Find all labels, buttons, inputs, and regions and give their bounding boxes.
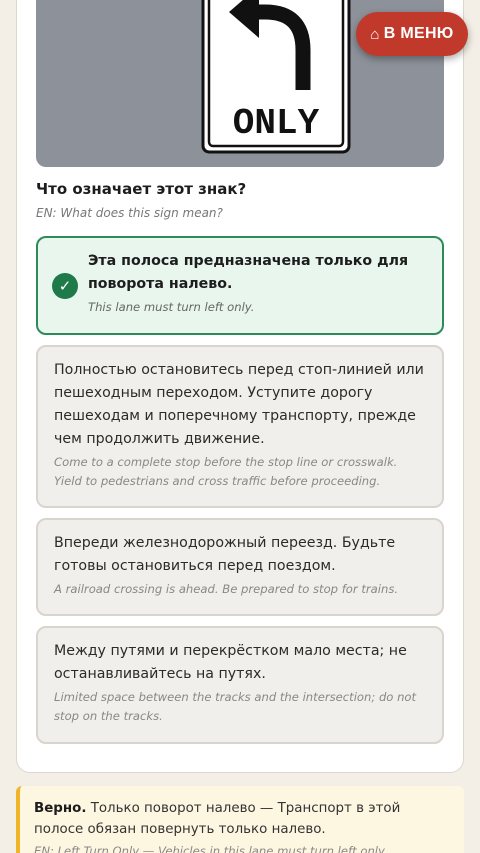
left-turn-only-sign-icon: ONLY bbox=[201, 0, 351, 154]
answer-option-4[interactable]: Между путями и перекрёстком мало места; … bbox=[36, 626, 444, 744]
answer-option-text-en: A railroad crossing is ahead. Be prepare… bbox=[54, 582, 399, 596]
feedback-panel: Верно. Только поворот налево — Транспорт… bbox=[16, 786, 464, 853]
feedback-explanation: Только поворот налево — Транспорт в этой… bbox=[34, 801, 401, 837]
answer-option-3[interactable]: Впереди железнодорожный переезд. Будьте … bbox=[36, 518, 444, 616]
feedback-message: Верно. Только поворот налево — Транспорт… bbox=[34, 798, 450, 840]
answer-option-text: Эта полоса предназначена только для пово… bbox=[88, 253, 409, 292]
question-text-en: EN: What does this sign mean? bbox=[36, 206, 223, 220]
feedback-verdict: Верно. bbox=[34, 801, 87, 816]
answer-option-1[interactable]: ✓ Эта полоса предназначена только для по… bbox=[36, 236, 444, 335]
checkmark-icon: ✓ bbox=[52, 273, 78, 299]
feedback-explanation-en: EN: Left Turn Only — Vehicles in this la… bbox=[34, 844, 388, 853]
answer-option-text-en: Come to a complete stop before the stop … bbox=[54, 455, 398, 488]
question-text: Что означает этот знак? bbox=[36, 180, 247, 198]
menu-button[interactable]: ⌂ В МЕНЮ bbox=[356, 12, 468, 56]
answer-option-text-en: This lane must turn left only. bbox=[88, 300, 255, 314]
answer-option-text: Полностью остановитесь перед стоп-линией… bbox=[54, 362, 424, 447]
answer-option-text: Между путями и перекрёстком мало места; … bbox=[54, 643, 407, 682]
answer-option-2[interactable]: Полностью остановитесь перед стоп-линией… bbox=[36, 345, 444, 508]
answer-option-text-en: Limited space between the tracks and the… bbox=[54, 690, 417, 723]
answer-option-text: Впереди железнодорожный переезд. Будьте … bbox=[54, 535, 396, 574]
sign-only-text: ONLY bbox=[233, 103, 320, 144]
menu-button-label: В МЕНЮ bbox=[383, 25, 454, 42]
home-icon: ⌂ bbox=[370, 25, 380, 43]
